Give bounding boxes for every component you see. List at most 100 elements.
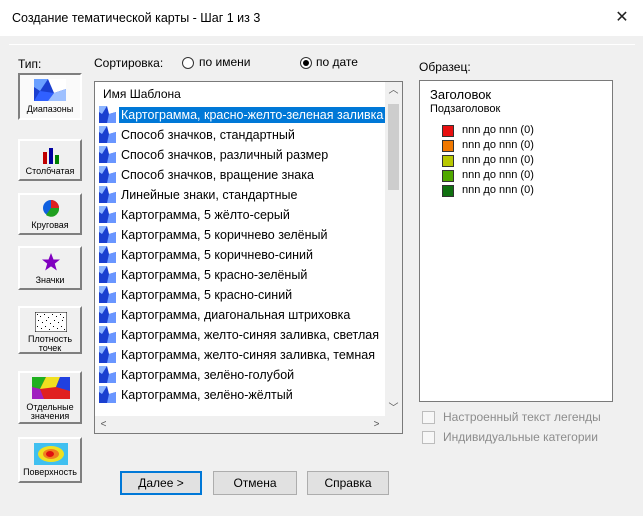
list-item-label: Картограмма, желто-синяя заливка, темная [121, 348, 376, 362]
type-button-dot-density[interactable]: Плотность точек [18, 306, 82, 354]
template-map-icon [99, 266, 116, 283]
list-item[interactable]: Картограмма, 5 коричнево зелёный [99, 224, 389, 244]
scroll-right-icon[interactable]: > [368, 416, 385, 433]
list-item[interactable]: Картограмма, 5 красно-синий [99, 284, 389, 304]
list-header: Имя Шаблона [103, 87, 181, 101]
star-symbol-icon [42, 253, 60, 271]
list-item[interactable]: Картограмма, диагональная штриховка [99, 304, 389, 324]
type-button-label: Значки [35, 275, 65, 285]
scroll-thumb[interactable] [388, 104, 399, 190]
legend-swatch [442, 140, 454, 152]
next-button[interactable]: Далее > [120, 471, 202, 495]
type-button-ranges[interactable]: Диапазоны [18, 73, 82, 120]
list-item-label: Картограмма, 5 коричнево-синий [121, 248, 313, 262]
legend-text: nnn до nnn (0) [462, 139, 534, 151]
custom-legend-checkbox[interactable] [422, 411, 435, 424]
sample-title: Заголовок [430, 87, 492, 102]
list-item[interactable]: Картограмма, желто-синяя заливка, темная [99, 344, 389, 364]
list-item-label: Картограмма, зелёно-голубой [121, 368, 295, 382]
title-bar: Создание тематической карты - Шаг 1 из 3… [0, 0, 643, 36]
legend-swatch [442, 125, 454, 137]
pie-chart-icon [43, 200, 60, 217]
legend-swatch [442, 155, 454, 167]
template-map-icon [99, 386, 116, 403]
type-button-label: Поверхность [23, 467, 77, 477]
list-item-label: Картограмма, желто-синяя заливка, светла… [121, 328, 380, 342]
horizontal-scrollbar[interactable]: < > [95, 416, 385, 433]
individual-categories-label: Индивидуальные категории [443, 430, 598, 444]
type-button-symbols[interactable]: Значки [18, 246, 82, 290]
legend-swatch [442, 185, 454, 197]
legend-text: nnn до nnn (0) [462, 154, 534, 166]
type-button-label: Столбчатая [25, 166, 75, 176]
sample-preview: Заголовок Подзаголовок nnn до nnn (0) nnn… [419, 80, 613, 402]
list-item[interactable]: Картограмма, зелёно-жёлтый [99, 384, 389, 404]
sort-by-name-radio[interactable] [182, 57, 194, 69]
list-item[interactable]: Картограмма, красно-желто-зеленая заливк… [99, 104, 389, 124]
scroll-up-icon[interactable]: ︿ [385, 82, 402, 99]
sort-by-date-label[interactable]: по дате [316, 55, 358, 69]
type-button-pie[interactable]: Круговая [18, 193, 82, 235]
list-item[interactable]: Картограмма, 5 красно-зелёный [99, 264, 389, 284]
cancel-button[interactable]: Отмена [213, 471, 297, 495]
sample-subtitle: Подзаголовок [430, 103, 501, 115]
scroll-left-icon[interactable]: < [95, 416, 112, 433]
type-button-label: Отдельные значения [26, 402, 74, 421]
type-button-label: Круговая [31, 220, 69, 230]
custom-legend-label: Настроенный текст легенды [443, 410, 601, 424]
close-icon[interactable]: ✕ [607, 7, 637, 29]
list-item[interactable]: Способ значков, различный размер [99, 144, 389, 164]
list-item-label: Картограмма, 5 коричнево зелёный [121, 228, 328, 242]
individual-values-map-icon [32, 377, 70, 399]
bar-chart-icon [43, 148, 59, 164]
list-item[interactable]: Картограмма, зелёно-голубой [99, 364, 389, 384]
ranges-map-icon [34, 79, 66, 101]
legend-swatch [442, 170, 454, 182]
surface-grid-icon [34, 443, 68, 465]
list-item-label: Картограмма, 5 красно-синий [121, 288, 293, 302]
vertical-scrollbar[interactable]: ︿ ﹀ [385, 82, 402, 417]
list-item[interactable]: Способ значков, стандартный [99, 124, 389, 144]
sample-label: Образец: [419, 60, 471, 74]
template-map-icon [99, 326, 116, 343]
template-map-icon [99, 306, 116, 323]
template-map-icon [99, 226, 116, 243]
list-item-label: Способ значков, вращение знака [121, 168, 314, 182]
type-button-individual-values[interactable]: Отдельные значения [18, 371, 82, 424]
scroll-down-icon[interactable]: ﹀ [385, 400, 402, 417]
template-map-icon [99, 286, 116, 303]
legend-text: nnn до nnn (0) [462, 169, 534, 181]
sort-by-date-radio[interactable] [300, 57, 312, 69]
list-item[interactable]: Картограмма, 5 коричнево-синий [99, 244, 389, 264]
list-item[interactable]: Картограмма, желто-синяя заливка, светла… [99, 324, 389, 344]
template-map-icon [99, 346, 116, 363]
scrollbar-corner [385, 416, 402, 433]
template-map-icon [99, 146, 116, 163]
list-item-label: Линейные знаки, стандартные [121, 188, 298, 202]
template-map-icon [99, 206, 116, 223]
list-item-label: Способ значков, различный размер [121, 148, 329, 162]
type-button-bar[interactable]: Столбчатая [18, 139, 82, 181]
template-map-icon [99, 246, 116, 263]
list-item-label: Картограмма, диагональная штриховка [121, 308, 351, 322]
dot-density-icon [35, 312, 67, 332]
individual-categories-checkbox[interactable] [422, 431, 435, 444]
template-map-icon [99, 126, 116, 143]
list-item-label: Картограмма, красно-желто-зеленая заливк… [119, 107, 386, 123]
type-button-label: Диапазоны [26, 104, 74, 114]
legend-text: nnn до nnn (0) [462, 124, 534, 136]
list-item[interactable]: Способ значков, вращение знака [99, 164, 389, 184]
sort-by-name-label[interactable]: по имени [199, 55, 250, 69]
window-title: Создание тематической карты - Шаг 1 из 3 [12, 11, 261, 25]
list-item-label: Картограмма, 5 красно-зелёный [121, 268, 308, 282]
list-item[interactable]: Линейные знаки, стандартные [99, 184, 389, 204]
type-label: Тип: [18, 57, 42, 71]
template-map-icon [99, 106, 116, 123]
help-button[interactable]: Справка [307, 471, 389, 495]
list-item-label: Картограмма, зелёно-жёлтый [121, 388, 293, 402]
type-button-label: Плотность точек [27, 334, 73, 353]
type-button-surface[interactable]: Поверхность [18, 437, 82, 483]
list-item-label: Картограмма, 5 жёлто-серый [121, 208, 290, 222]
template-list[interactable]: Имя Шаблона Картограмма, красно-желто-зе… [94, 81, 403, 434]
list-item[interactable]: Картограмма, 5 жёлто-серый [99, 204, 389, 224]
